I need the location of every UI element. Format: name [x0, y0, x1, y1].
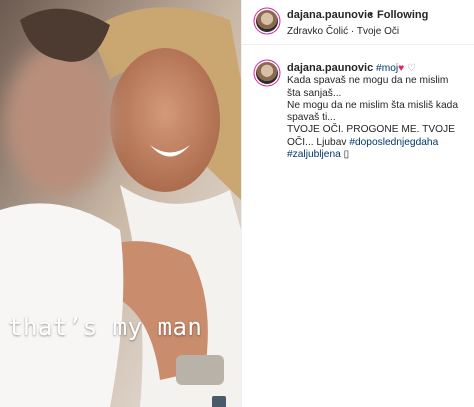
caption-line: šta sanjaš... — [287, 87, 342, 99]
post-photo[interactable]: that’s my man — [0, 0, 241, 407]
blurred-face — [5, 45, 115, 195]
caption-line: Kada spavaš ne mogu da ne mislim — [287, 75, 449, 87]
post-sidebar: dajana.paunovic • Following Zdravko Čoli… — [241, 0, 474, 407]
caption-username[interactable]: dajana.paunovic — [287, 62, 373, 74]
video-overlay-text: that’s my man — [8, 313, 203, 341]
caption-avatar[interactable] — [256, 62, 278, 84]
post-header: dajana.paunovic • Following Zdravko Čoli… — [242, 0, 474, 45]
caption-text: OČI... Ljubav — [287, 136, 347, 148]
caption-line: Ne mogu da ne mislim šta misliš kada — [287, 99, 458, 111]
caption-line: #zaljubljena ▯ — [287, 149, 469, 161]
emoji-placeholder-icon: ▯ — [343, 149, 350, 161]
sparkle-emoji: ♡ — [407, 63, 417, 74]
hashtag-doposlednjegdaha[interactable]: #doposlednjegdaha — [349, 137, 438, 148]
photo-illustration — [0, 0, 241, 407]
hashtag-zaljubljena[interactable]: #zaljubljena — [287, 149, 341, 160]
separator-dot: • — [369, 9, 373, 21]
audio-track-link[interactable]: Zdravko Čolić · Tvoje Oči — [287, 26, 399, 37]
caption-line: OČI... Ljubav #doposlednjegdaha — [287, 137, 469, 149]
white-shirt-child — [0, 203, 124, 407]
following-button[interactable]: Following — [377, 9, 428, 21]
header-username[interactable]: dajana.paunovic — [287, 9, 373, 21]
post-caption: dajana.paunovic #moj♥ ♡ Kada spavaš ne m… — [287, 62, 469, 161]
wristwatch — [176, 355, 224, 385]
heart-emoji: ♥ — [398, 63, 405, 74]
avatar[interactable] — [256, 10, 278, 32]
caption-first-line: dajana.paunovic #moj♥ ♡ — [287, 62, 469, 75]
woman-face — [110, 48, 220, 192]
media-indicator-icon — [212, 396, 226, 407]
instagram-post: that’s my man dajana.paunovic • Followin… — [0, 0, 474, 407]
caption-line: spavaš ti... — [287, 112, 336, 124]
caption-line: TVOJE OČI. PROGONE ME. TVOJE — [287, 124, 455, 136]
hashtag-moj[interactable]: #moj — [376, 63, 398, 74]
